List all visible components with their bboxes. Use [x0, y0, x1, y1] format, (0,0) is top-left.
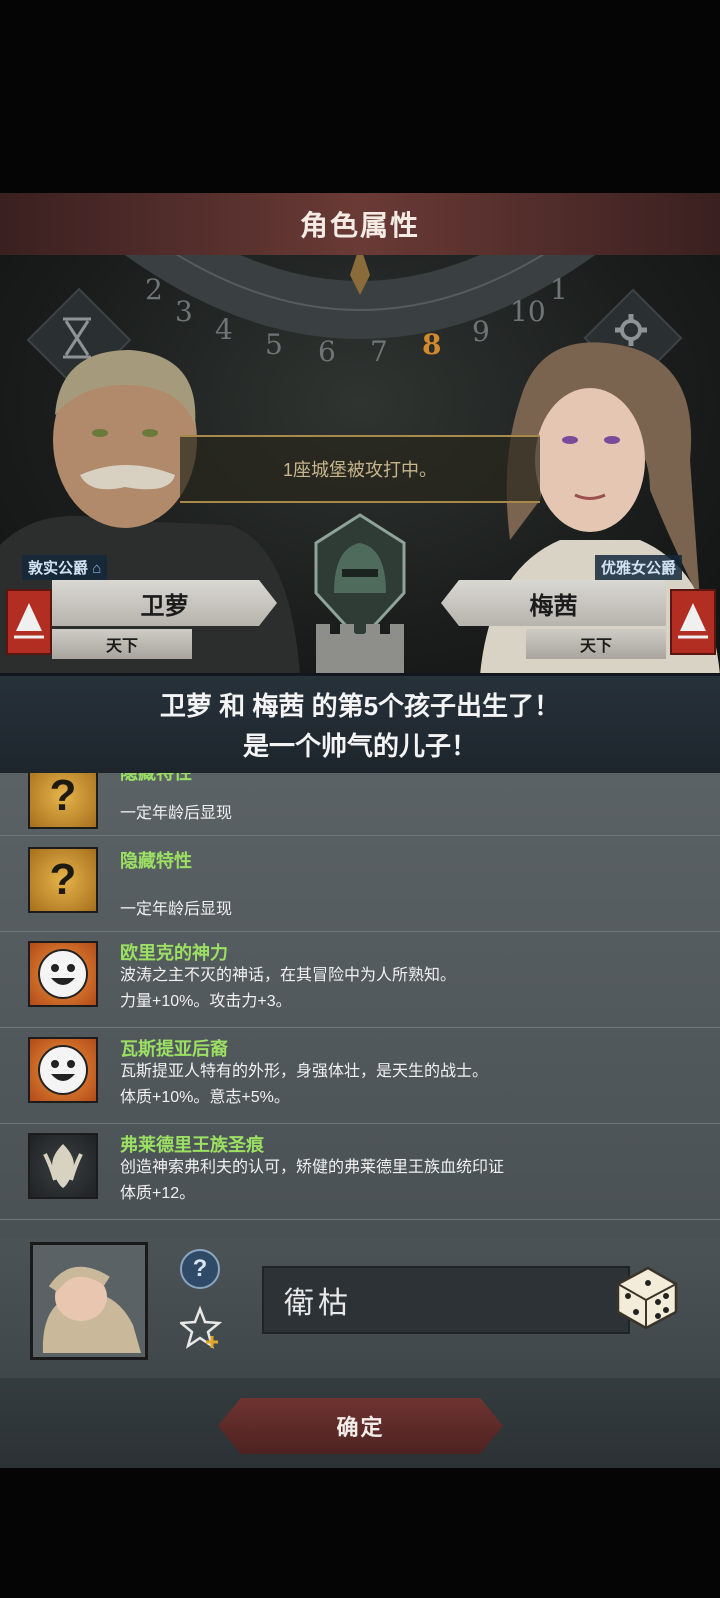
trait-desc: 创造神索弗利夫的认可，矫健的弗莱德里王族血统印证	[120, 1159, 505, 1176]
child-name-input[interactable]: 衛枯	[262, 1266, 630, 1334]
announcement-line-2: 是一个帅气的儿子！	[242, 731, 477, 761]
question-circle-icon: ?	[192, 1255, 208, 1282]
mother-name: 梅茜	[529, 592, 578, 620]
trait-list[interactable]: ? 隐藏特性 一定年龄后显现 ? 隐藏特性 一定年龄后显现 欧里克的神力 波涛之…	[0, 773, 720, 1238]
event-bar: 1座城堡被攻打中。	[180, 435, 540, 503]
scene-area: 2 3 4 5 6 7 8 9 10 1 1座城堡被攻打中。 敦实公爵 ⌂ 卫萝…	[0, 255, 720, 675]
dial-number: 2	[145, 273, 163, 306]
father-banner[interactable]	[6, 589, 52, 655]
dial-number: 4	[215, 313, 233, 346]
mother-title: 优雅女公爵	[601, 560, 677, 577]
help-button[interactable]: ?	[180, 1249, 220, 1289]
trait-item[interactable]: 欧里克的神力 波涛之主不灭的神话，在其冒险中为人所熟知。 力量+10%。攻击力+…	[0, 931, 720, 1028]
father-name-plate[interactable]: 卫萝	[52, 580, 277, 626]
trait-name: 弗莱德里王族圣痕	[120, 1135, 264, 1155]
trait-item[interactable]: ? 隐藏特性 一定年龄后显现	[0, 773, 720, 836]
smile-icon	[28, 1037, 98, 1103]
dial-number: 7	[370, 335, 388, 368]
trait-name: 瓦斯提亚后裔	[120, 1039, 228, 1059]
father-realm-plate: 天下	[52, 629, 192, 659]
mother-name-plate[interactable]: 梅茜	[441, 580, 666, 626]
father-title: 敦实公爵	[28, 560, 89, 577]
birth-announcement: 卫萝 和 梅茜 的第5个孩子出生了！ 是一个帅气的儿子！	[0, 673, 720, 779]
child-name: 衛枯	[284, 1286, 352, 1321]
baby-icon	[42, 1266, 141, 1353]
trait-name: 隐藏特性	[120, 773, 192, 783]
favorite-button[interactable]	[177, 1305, 224, 1350]
question-icon: ?	[28, 773, 98, 829]
smile-icon	[28, 941, 98, 1007]
mother-banner[interactable]	[670, 589, 716, 655]
star-plus-icon	[177, 1305, 223, 1349]
trait-effect: 体质+10%。意志+5%。	[120, 1089, 290, 1106]
trait-name: 隐藏特性	[120, 851, 192, 871]
child-portrait[interactable]	[30, 1242, 148, 1360]
royal-mark-icon	[28, 1133, 98, 1199]
page-title: 角色属性	[299, 210, 420, 241]
trait-effect: 体质+12。	[120, 1185, 196, 1202]
mother-realm-plate: 天下	[526, 629, 666, 659]
trait-item[interactable]: ? 隐藏特性 一定年龄后显现	[0, 835, 720, 932]
dial-current-number: 8	[422, 328, 442, 361]
house-icon: ⌂	[92, 560, 102, 577]
flame-banner-icon	[678, 603, 708, 639]
dial-number: 6	[318, 335, 336, 368]
trait-desc: 一定年龄后显现	[120, 901, 233, 918]
trait-item[interactable]: 瓦斯提亚后裔 瓦斯提亚人特有的外形，身强体壮，是天生的战士。 体质+10%。意志…	[0, 1027, 720, 1124]
flame-banner-icon	[14, 603, 44, 639]
dial-number: 10	[510, 295, 546, 328]
dial-number: 1	[550, 273, 568, 306]
confirm-button[interactable]: 确定	[218, 1398, 503, 1454]
title-bar: 角色属性	[0, 193, 720, 257]
trait-desc: 瓦斯提亚人特有的外形，身强体壮，是天生的战士。	[120, 1063, 489, 1080]
question-icon: ?	[28, 847, 98, 913]
trait-desc: 一定年龄后显现	[120, 805, 233, 822]
father-title-tag: 敦实公爵 ⌂	[22, 555, 108, 580]
dice-icon	[616, 1266, 678, 1330]
father-realm: 天下	[105, 638, 138, 655]
mother-realm: 天下	[579, 638, 612, 655]
castle-icon	[316, 624, 404, 675]
random-name-button[interactable]	[612, 1262, 682, 1332]
announcement-line-1: 卫萝 和 梅茜 的第5个孩子出生了！	[159, 691, 561, 721]
mother-title-tag: 优雅女公爵	[595, 555, 683, 580]
father-name: 卫萝	[140, 592, 189, 620]
trait-effect: 力量+10%。攻击力+3。	[120, 993, 292, 1010]
confirm-label: 确定	[336, 1415, 385, 1440]
dial-number: 3	[175, 295, 193, 328]
event-text: 1座城堡被攻打中。	[282, 460, 437, 480]
trait-desc: 波涛之主不灭的神话，在其冒险中为人所熟知。	[120, 967, 457, 984]
trait-name: 欧里克的神力	[120, 943, 228, 963]
trait-item[interactable]: 弗莱德里王族圣痕 创造神索弗利夫的认可，矫健的弗莱德里王族血统印证 体质+12。	[0, 1123, 720, 1220]
